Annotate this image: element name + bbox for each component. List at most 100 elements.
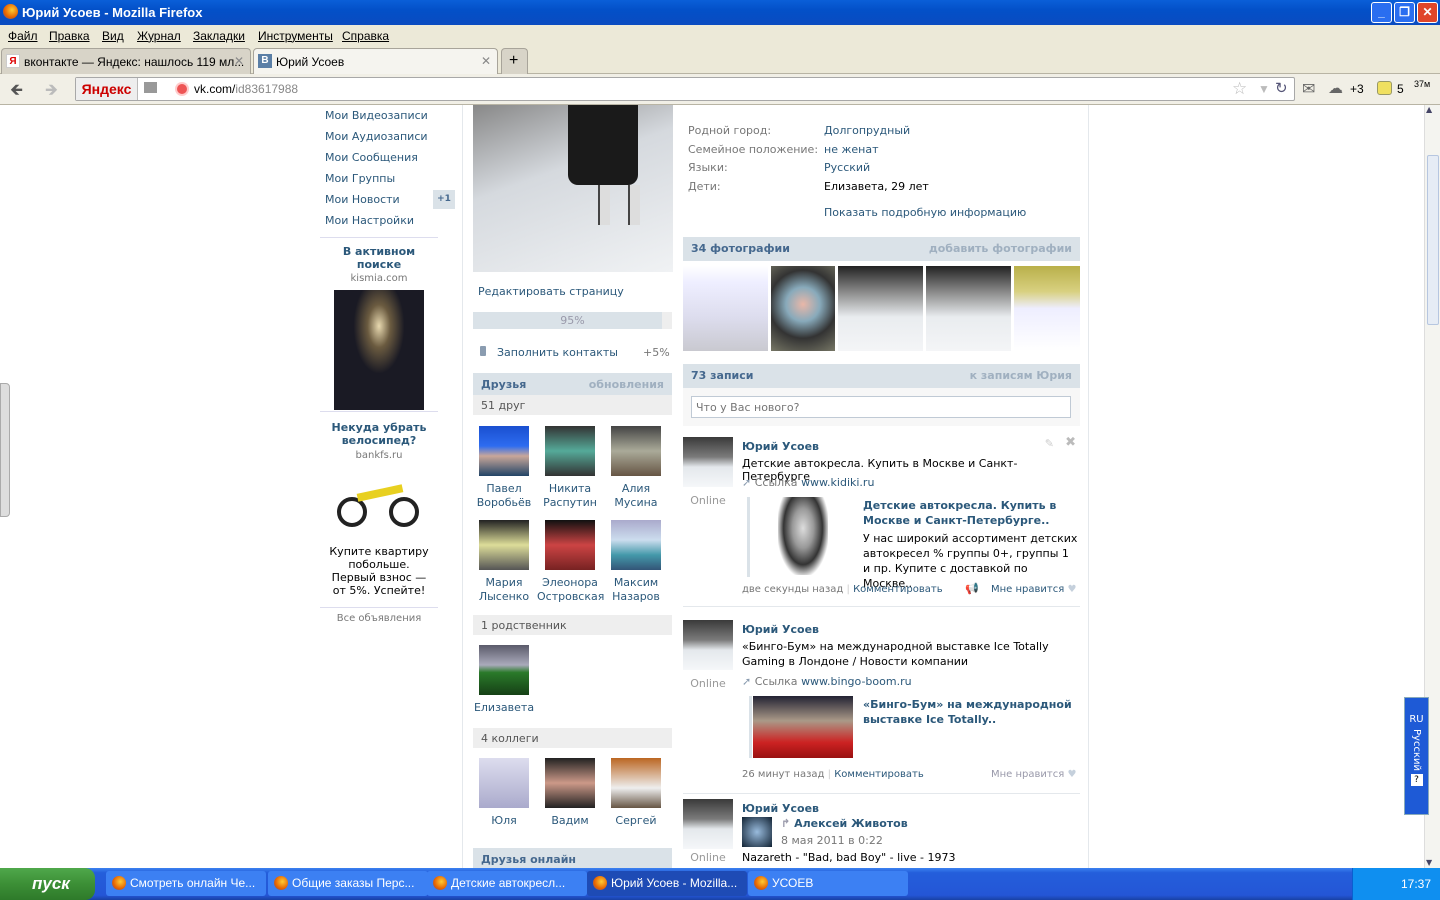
menu-history[interactable]: Журнал	[137, 29, 181, 43]
friend-first-name[interactable]: Алия	[603, 482, 669, 496]
tab-vk[interactable]: В Юрий Усоев ✕	[253, 48, 498, 74]
cloud-icon[interactable]: ☁	[1328, 79, 1343, 97]
friend-last-name[interactable]: Распутин	[537, 496, 603, 510]
relative-name[interactable]: Елизавета	[474, 701, 534, 714]
taskbar-item[interactable]: УСОЕВ	[748, 871, 908, 896]
wall-title[interactable]: 73 записи	[691, 369, 754, 382]
friends-count[interactable]: 51 друг	[473, 395, 672, 415]
megaphone-icon[interactable]: 📢	[965, 582, 979, 595]
menu-messages[interactable]: Мои Сообщения	[325, 147, 460, 168]
card-title[interactable]: Детские автокресла. Купить в Москве и Са…	[863, 498, 1078, 528]
friend-first-name[interactable]: Павел	[471, 482, 537, 496]
friend-last-name[interactable]: Назаров	[603, 590, 669, 604]
repost-avatar[interactable]	[742, 817, 772, 847]
friend-last-name[interactable]: Лысенко	[471, 590, 537, 604]
colleague-item[interactable]: Сергей	[603, 758, 669, 828]
friend-item[interactable]: Никита Распутин	[537, 426, 603, 510]
friend-last-name[interactable]: Воробьёв	[471, 496, 537, 510]
menu-videos[interactable]: Мои Видеозаписи	[325, 105, 460, 126]
menu-view[interactable]: Вид	[102, 29, 124, 43]
photo-thumb[interactable]	[838, 266, 923, 351]
photo-thumb[interactable]	[926, 266, 1011, 351]
maximize-button[interactable]: ❐	[1394, 2, 1415, 23]
post-author[interactable]: Юрий Усоев	[742, 623, 819, 636]
ad-title[interactable]: Некуда убрать велосипед?	[325, 421, 433, 447]
taskbar-item[interactable]: Детские автокресл...	[427, 871, 587, 896]
post-author[interactable]: Юрий Усоев	[742, 440, 819, 453]
menu-tools[interactable]: Инструменты	[258, 29, 333, 43]
scroll-up-icon[interactable]: ▲	[1426, 105, 1432, 114]
ad-title[interactable]: В активном поиске	[320, 245, 438, 271]
colleague-name[interactable]: Сергей	[603, 814, 669, 828]
url-bar[interactable]: Яндекс vk.com/id83617988 ☆ ▼ ↻	[75, 77, 1295, 101]
photo-thumb[interactable]	[771, 266, 835, 351]
author-avatar[interactable]	[683, 799, 733, 849]
photo-thumb[interactable]	[683, 266, 768, 351]
friend-last-name[interactable]: Мусина	[603, 496, 669, 510]
friends-updates-link[interactable]: обновления	[589, 378, 664, 391]
close-button[interactable]: ✕	[1417, 2, 1438, 23]
add-photos-link[interactable]: добавить фотографии	[929, 242, 1072, 255]
to-posts-link[interactable]: к записям Юрия	[970, 369, 1072, 382]
colleagues-count[interactable]: 4 коллеги	[473, 728, 672, 748]
wall-post-input[interactable]	[691, 396, 1071, 418]
wall-header[interactable]: 73 записи к записям Юрия	[683, 364, 1080, 388]
friend-first-name[interactable]: Элеонора	[537, 576, 603, 590]
side-panel-handle[interactable]	[0, 383, 10, 517]
yandex-button[interactable]: Яндекс	[76, 78, 138, 100]
menu-news[interactable]: Мои Новости	[325, 193, 400, 206]
dropdown-icon[interactable]: ▼	[1258, 82, 1270, 96]
link-url[interactable]: www.bingo-boom.ru	[801, 675, 912, 688]
friends-header[interactable]: Друзья обновления	[473, 373, 672, 397]
photos-header[interactable]: 34 фотографии добавить фотографии	[683, 237, 1080, 261]
author-avatar[interactable]	[683, 620, 733, 670]
heart-icon[interactable]: ♥	[1067, 769, 1076, 780]
car-seat-image[interactable]	[778, 497, 828, 575]
like-button[interactable]: Мне нравится	[991, 769, 1064, 780]
scroll-down-icon[interactable]: ▼	[1426, 858, 1432, 867]
friend-avatar[interactable]	[611, 520, 661, 570]
edit-icon[interactable]: ✎	[1045, 437, 1054, 450]
language-code[interactable]: RU	[1405, 714, 1428, 725]
start-button[interactable]: пуск	[0, 868, 95, 900]
minimize-button[interactable]: _	[1371, 2, 1392, 23]
friend-item[interactable]: Элеонора Островская	[537, 520, 604, 604]
repost-date[interactable]: 8 мая 2011 в 0:22	[781, 834, 883, 847]
menu-settings[interactable]: Мои Настройки	[325, 210, 460, 231]
colleague-item[interactable]: Юля	[471, 758, 537, 828]
friend-item[interactable]: Максим Назаров	[603, 520, 669, 604]
language-name[interactable]: Русский	[1411, 728, 1422, 772]
post-time[interactable]: 26 минут назад	[742, 769, 824, 780]
back-icon[interactable]: 🡸	[10, 79, 23, 106]
language-bar[interactable]: RU Русский ?	[1404, 697, 1429, 815]
all-ads-link[interactable]: Все объявления	[320, 613, 438, 624]
info-value[interactable]: не женат	[824, 141, 878, 160]
ad-1[interactable]: В активном поиске kismia.com	[320, 245, 438, 410]
friend-first-name[interactable]: Мария	[471, 576, 537, 590]
close-tab-icon[interactable]: ✕	[234, 54, 244, 68]
colleague-avatar[interactable]	[611, 758, 661, 808]
post-time[interactable]: две секунды назад	[742, 584, 843, 595]
photos-title[interactable]: 34 фотографии	[691, 242, 790, 255]
menu-groups[interactable]: Мои Группы	[325, 168, 460, 189]
close-tab-icon[interactable]: ✕	[481, 54, 491, 68]
scroll-thumb[interactable]	[1427, 155, 1439, 325]
friend-item[interactable]: Алия Мусина	[603, 426, 669, 510]
new-tab-button[interactable]: +	[501, 48, 528, 74]
notifier-icon[interactable]	[1377, 81, 1392, 95]
comment-link[interactable]: Комментировать	[853, 584, 943, 595]
friend-avatar[interactable]	[545, 520, 595, 570]
colleague-item[interactable]: Вадим	[537, 758, 603, 828]
taskbar-item[interactable]: Общие заказы Перс...	[268, 871, 428, 896]
delete-icon[interactable]: ✖	[1065, 435, 1076, 450]
friend-avatar[interactable]	[479, 520, 529, 570]
mail-icon[interactable]: ✉	[1302, 79, 1315, 99]
card-title[interactable]: «Бинго-Бум» на международной выставке Ic…	[863, 697, 1073, 727]
friend-item[interactable]: Мария Лысенко	[471, 520, 537, 604]
ad-2[interactable]: Некуда убрать велосипед? bankfs.ru Купит…	[325, 421, 433, 597]
edit-page-link[interactable]: Редактировать страницу	[478, 285, 624, 298]
bicycle-image[interactable]	[325, 469, 433, 539]
colleague-name[interactable]: Вадим	[537, 814, 603, 828]
colleague-avatar[interactable]	[479, 758, 529, 808]
friend-first-name[interactable]: Никита	[537, 482, 603, 496]
